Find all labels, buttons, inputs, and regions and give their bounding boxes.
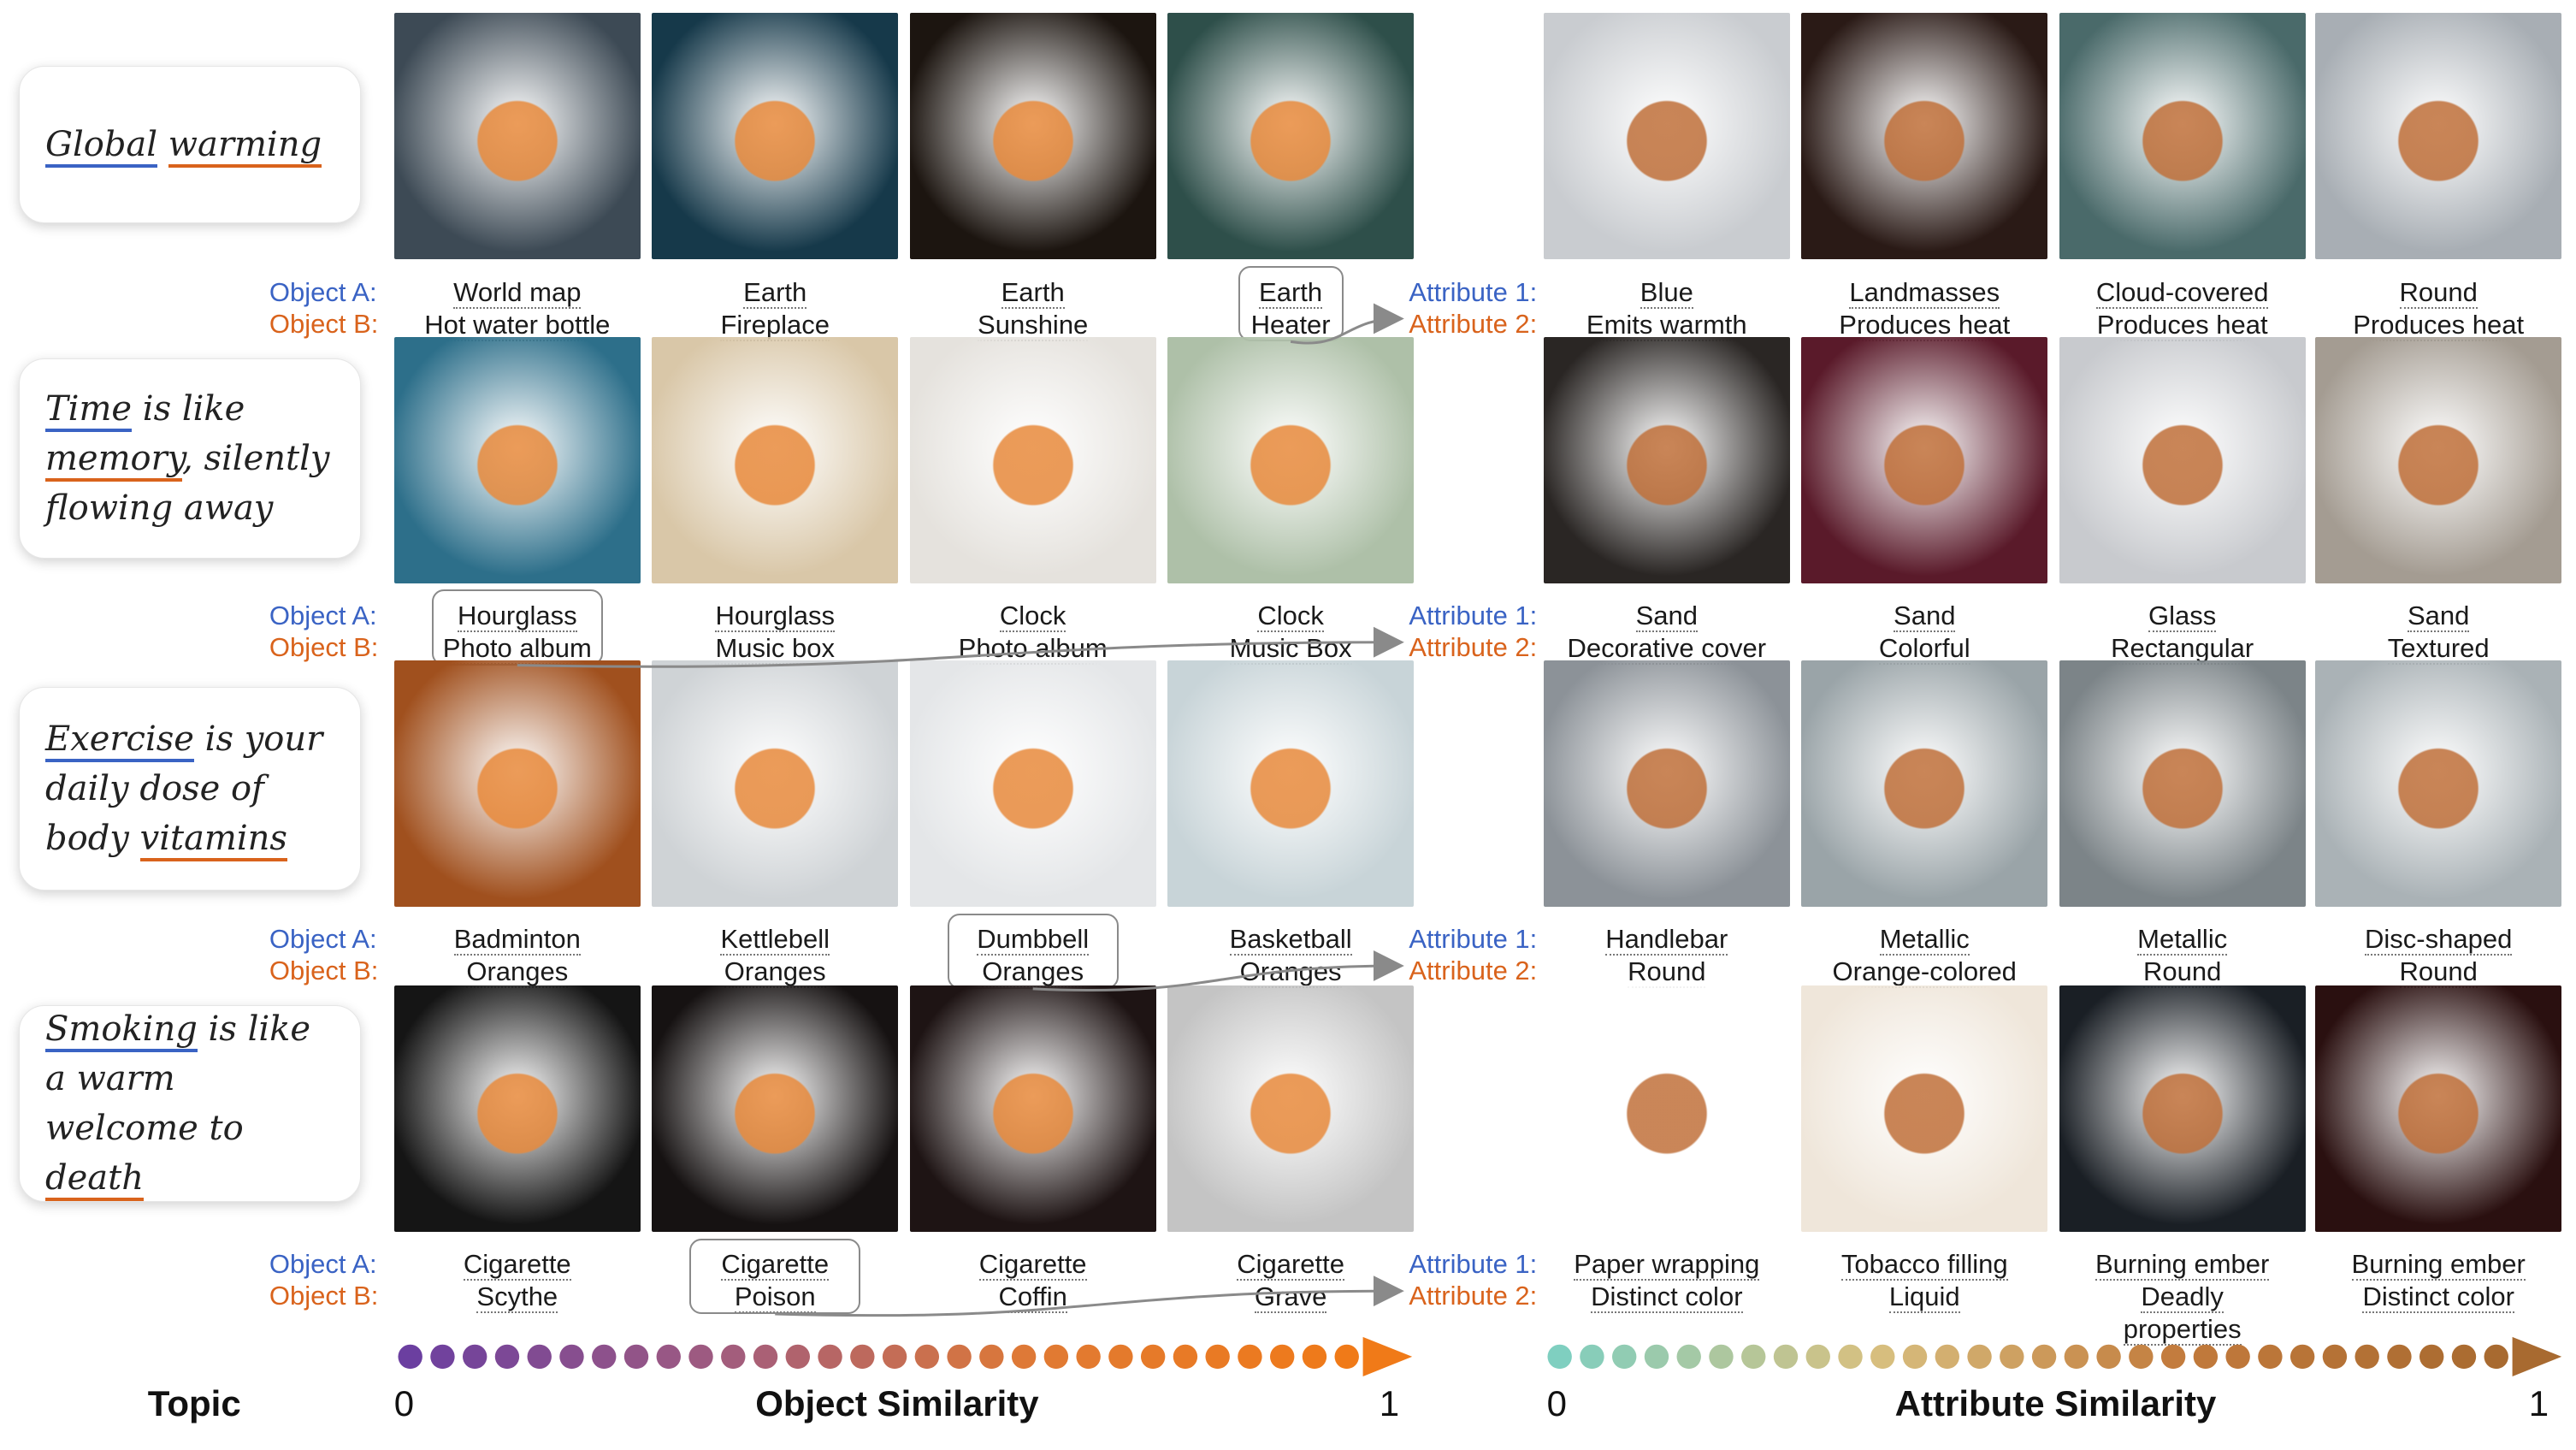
scale-dot	[527, 1344, 552, 1370]
scale-dot	[979, 1344, 1004, 1370]
object-axis-title: Object Similarity	[755, 1382, 1039, 1423]
object-axis-min: 0	[393, 1382, 415, 1423]
scale-dot	[2354, 1344, 2379, 1370]
scale-dot	[623, 1344, 649, 1370]
scale-dot	[2419, 1344, 2444, 1370]
scale-dot	[688, 1344, 713, 1370]
scale-dot	[430, 1344, 455, 1370]
scale-dot	[1302, 1344, 1327, 1370]
scale-dot	[1140, 1344, 1166, 1370]
scale-dot	[1676, 1344, 1701, 1370]
scale-dot	[1043, 1344, 1069, 1370]
scale-dot	[2322, 1344, 2348, 1370]
scale-dot	[559, 1344, 584, 1370]
scale-dot	[947, 1344, 972, 1370]
scale-dot	[1967, 1344, 1992, 1370]
object-similarity-scale	[398, 1336, 1413, 1376]
connector-arrow	[1290, 303, 1404, 345]
scale-dot	[1902, 1344, 1928, 1370]
connector-arrow	[517, 626, 1404, 668]
connector-arrow	[775, 1275, 1404, 1317]
scale-dot	[2193, 1344, 2219, 1370]
scale-dot	[1709, 1344, 1734, 1370]
scale-dot	[2129, 1344, 2154, 1370]
scale-dot	[2484, 1344, 2508, 1370]
scale-dot	[1644, 1344, 1669, 1370]
scale-dot	[398, 1344, 422, 1370]
scale-dot	[882, 1344, 907, 1370]
scale-dot	[1838, 1344, 1863, 1370]
attribute-axis-min: 0	[1546, 1382, 1567, 1423]
scale-dot	[914, 1344, 940, 1370]
scale-dot	[2096, 1344, 2121, 1370]
attribute-axis-title: Attribute Similarity	[1894, 1382, 2217, 1423]
scale-dot	[785, 1344, 811, 1370]
attribute-axis-max: 1	[2528, 1382, 2549, 1423]
scale-dot	[1870, 1344, 1895, 1370]
scale-dot	[2451, 1344, 2477, 1370]
scale-dot	[1076, 1344, 1101, 1370]
scale-dot	[1108, 1344, 1133, 1370]
scale-dot	[1611, 1344, 1637, 1370]
scale-dot	[1805, 1344, 1830, 1370]
topic-axis-label: Topic	[147, 1382, 241, 1423]
scale-dot	[1238, 1344, 1262, 1370]
scale-dot	[462, 1344, 487, 1370]
scale-dot	[850, 1344, 875, 1370]
scale-dot	[2258, 1344, 2283, 1370]
scale-arrowhead	[2512, 1336, 2562, 1376]
scale-dot	[2160, 1344, 2186, 1370]
scale-arrowhead	[1362, 1336, 1413, 1376]
connector-arrow	[1032, 950, 1404, 992]
scale-dot	[818, 1344, 842, 1370]
scale-dot	[2000, 1344, 2024, 1370]
scale-dot	[1011, 1344, 1037, 1370]
scale-dot	[592, 1344, 617, 1370]
scale-dot	[1334, 1344, 1359, 1370]
scale-dot	[1547, 1344, 1572, 1370]
scale-dot	[2064, 1344, 2089, 1370]
scale-dot	[1205, 1344, 1230, 1370]
connector-arrows	[398, 303, 2562, 1376]
attribute-similarity-scale	[1547, 1336, 2562, 1376]
scale-dot	[494, 1344, 520, 1370]
scale-dot	[1269, 1344, 1295, 1370]
scale-dot	[721, 1344, 746, 1370]
scale-dot	[2225, 1344, 2250, 1370]
scale-dot	[2387, 1344, 2412, 1370]
scale-dot	[2031, 1344, 2057, 1370]
scale-dot	[1173, 1344, 1198, 1370]
scale-dot	[656, 1344, 681, 1370]
object-axis-max: 1	[1379, 1382, 1400, 1423]
scale-dot	[1580, 1344, 1604, 1370]
scale-dot	[753, 1344, 778, 1370]
scale-dot	[1773, 1344, 1799, 1370]
scale-dot	[2289, 1344, 2315, 1370]
scale-dot	[1741, 1344, 1766, 1370]
scale-dot	[1935, 1344, 1960, 1370]
